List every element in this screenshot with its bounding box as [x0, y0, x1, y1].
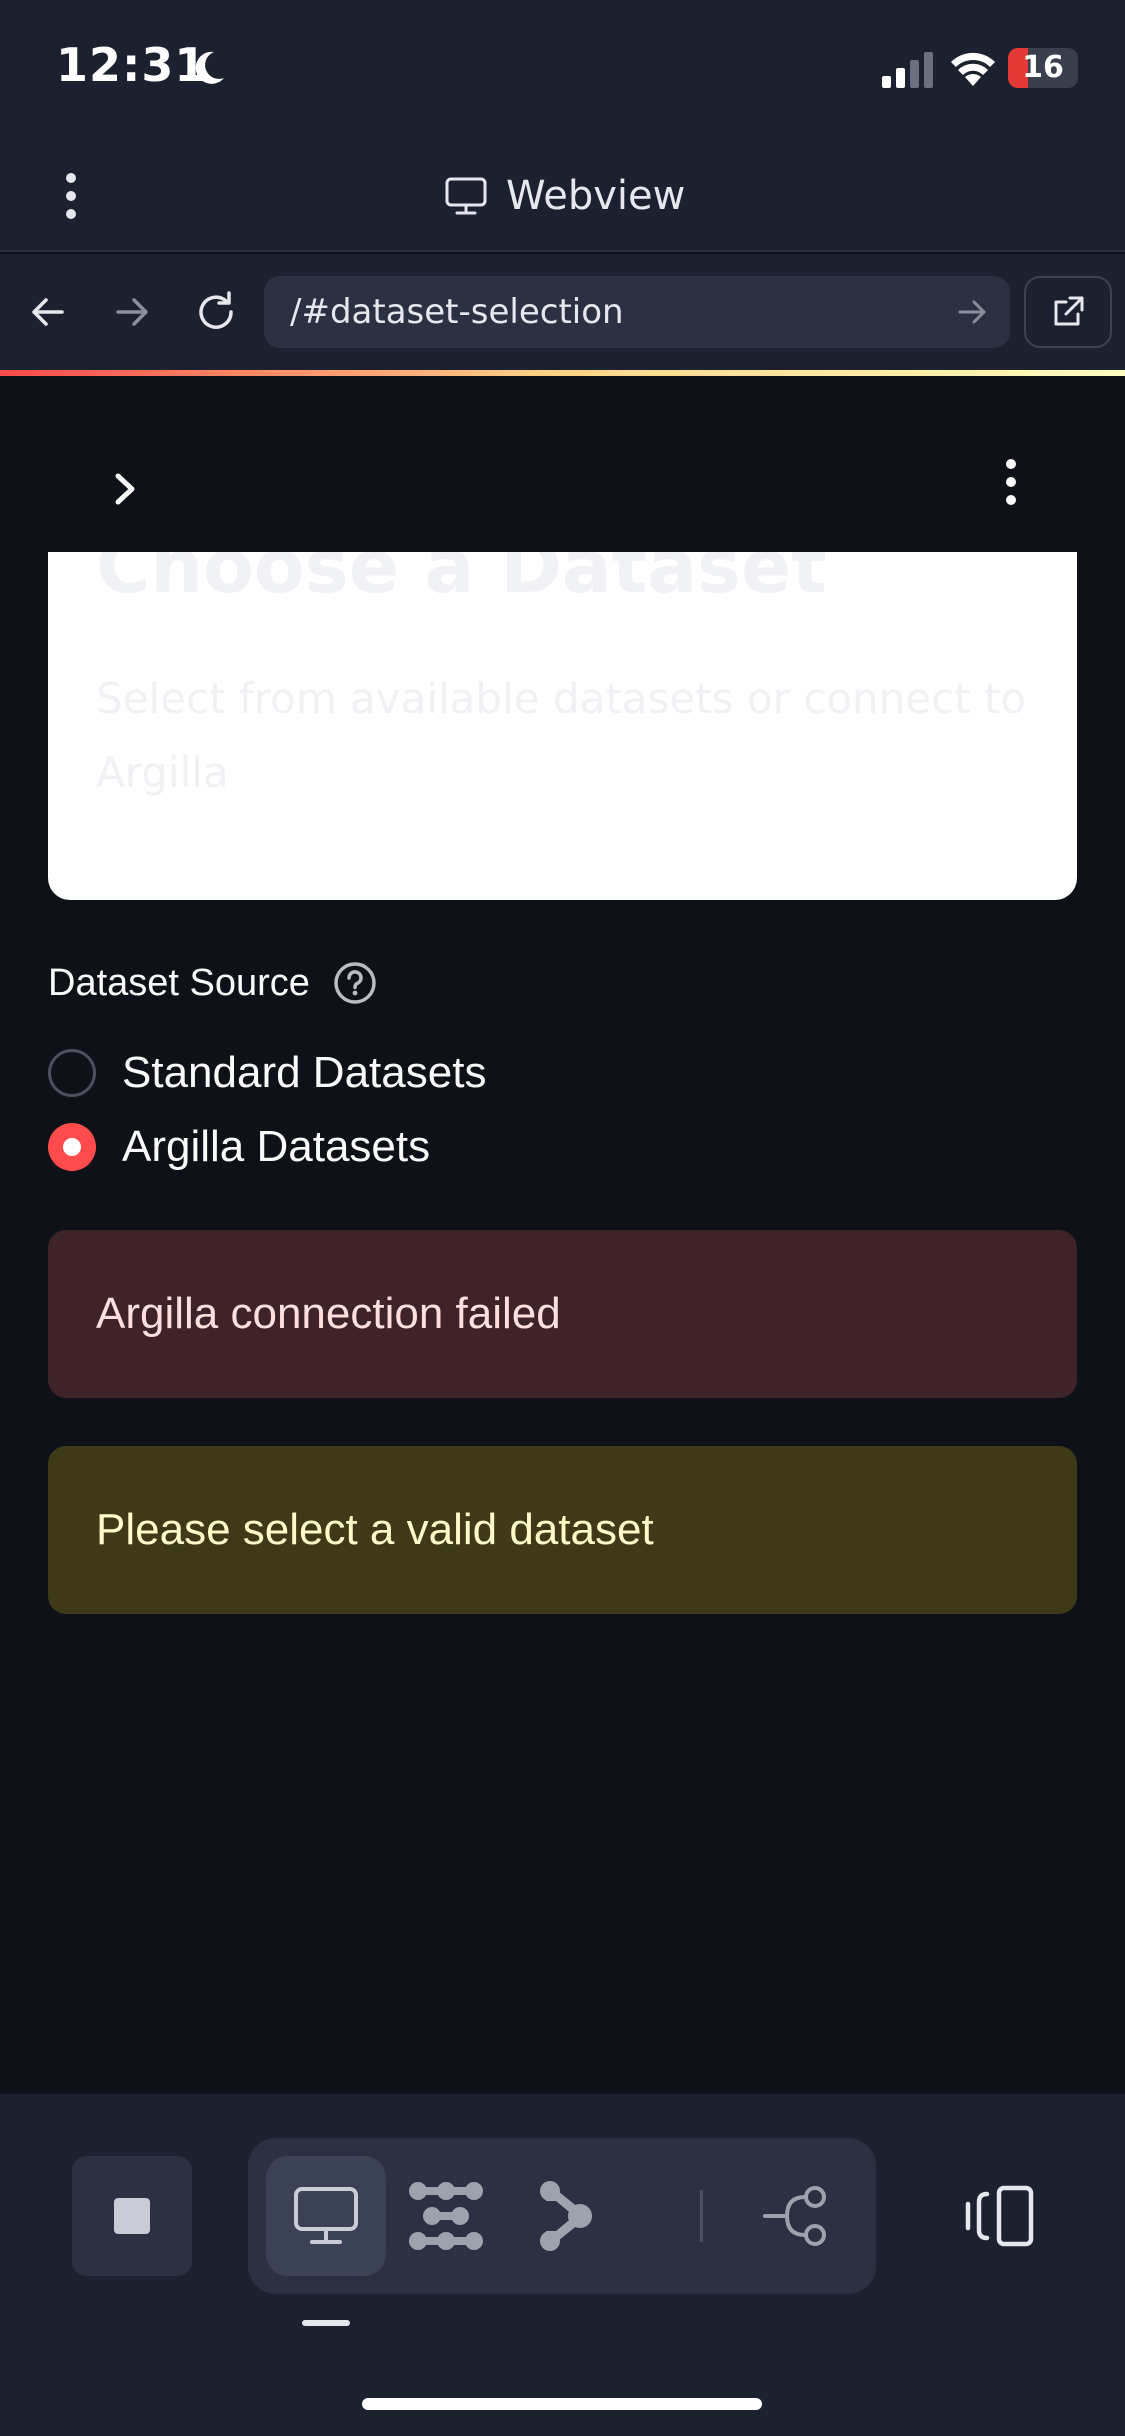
battery-icon: 16 — [1008, 48, 1078, 88]
phone-rotate-icon — [965, 2185, 1034, 2247]
home-indicator[interactable] — [362, 2398, 762, 2410]
radio-option-standard[interactable]: Standard Datasets — [48, 1048, 486, 1098]
url-input[interactable]: /#dataset-selection — [264, 276, 1010, 348]
view-mode-group — [248, 2138, 876, 2294]
share-icon — [763, 2186, 826, 2246]
bottom-toolbar — [0, 2094, 1125, 2436]
branch-mode-button[interactable] — [506, 2156, 626, 2276]
dataset-source-label-group: Dataset Source — [48, 960, 378, 1006]
radio-button[interactable] — [48, 1049, 96, 1097]
stop-icon — [114, 2198, 150, 2234]
header-title: Webview — [506, 173, 686, 219]
forward-arrow-icon — [116, 298, 148, 326]
network-icon — [409, 2182, 483, 2250]
header-title-group: Webview — [444, 170, 685, 222]
page-header-card: Choose a Dataset Select from available d… — [48, 552, 1077, 900]
warning-alert: Please select a valid dataset — [48, 1446, 1077, 1614]
share-mode-button[interactable] — [736, 2156, 856, 2276]
toolbar-divider — [700, 2190, 703, 2242]
more-vertical-icon[interactable] — [56, 170, 86, 222]
webview-mode-button[interactable] — [266, 2156, 386, 2276]
wifi-icon — [951, 52, 995, 86]
battery-level: 16 — [1022, 50, 1064, 85]
error-alert: Argilla connection failed — [48, 1230, 1077, 1398]
open-external-button[interactable] — [1024, 276, 1112, 348]
error-alert-text: Argilla connection failed — [96, 1289, 561, 1338]
back-button[interactable] — [18, 282, 78, 342]
url-bar: /#dataset-selection — [0, 254, 1125, 370]
app-top-decoration — [0, 370, 1125, 376]
radio-label: Argilla Datasets — [122, 1122, 431, 1171]
forward-button[interactable] — [102, 282, 162, 342]
network-mode-button[interactable] — [386, 2156, 506, 2276]
radio-label: Standard Datasets — [122, 1048, 487, 1097]
moon-icon — [195, 51, 224, 84]
status-bar: 12:31 16 — [0, 0, 1125, 140]
signal-icon — [882, 52, 933, 88]
status-time: 12:31 — [56, 38, 208, 92]
help-icon[interactable] — [332, 960, 378, 1006]
radio-button-selected[interactable] — [48, 1123, 96, 1171]
monitor-icon — [445, 177, 487, 215]
url-text: /#dataset-selection — [290, 292, 624, 332]
page-subtitle: Select from available datasets or connec… — [96, 674, 1027, 797]
branch-icon — [540, 2181, 592, 2251]
back-arrow-icon — [32, 298, 64, 326]
warning-alert-text: Please select a valid dataset — [96, 1505, 654, 1554]
external-link-icon — [1054, 296, 1084, 326]
sidebar-expand-icon[interactable] — [100, 464, 150, 514]
radio-option-argilla[interactable]: Argilla Datasets — [48, 1122, 430, 1172]
dataset-source-label: Dataset Source — [48, 961, 310, 1004]
webview-header: Webview — [0, 140, 1125, 252]
active-tab-indicator — [302, 2320, 350, 2326]
monitor-icon — [294, 2187, 358, 2244]
go-arrow-icon[interactable] — [954, 294, 990, 330]
reload-button[interactable] — [186, 282, 246, 342]
page-title: Choose a Dataset — [96, 552, 827, 610]
reload-icon — [199, 291, 233, 329]
app-menu-icon[interactable] — [996, 456, 1026, 508]
stop-button[interactable] — [72, 2156, 192, 2276]
device-rotate-button[interactable] — [940, 2156, 1060, 2276]
